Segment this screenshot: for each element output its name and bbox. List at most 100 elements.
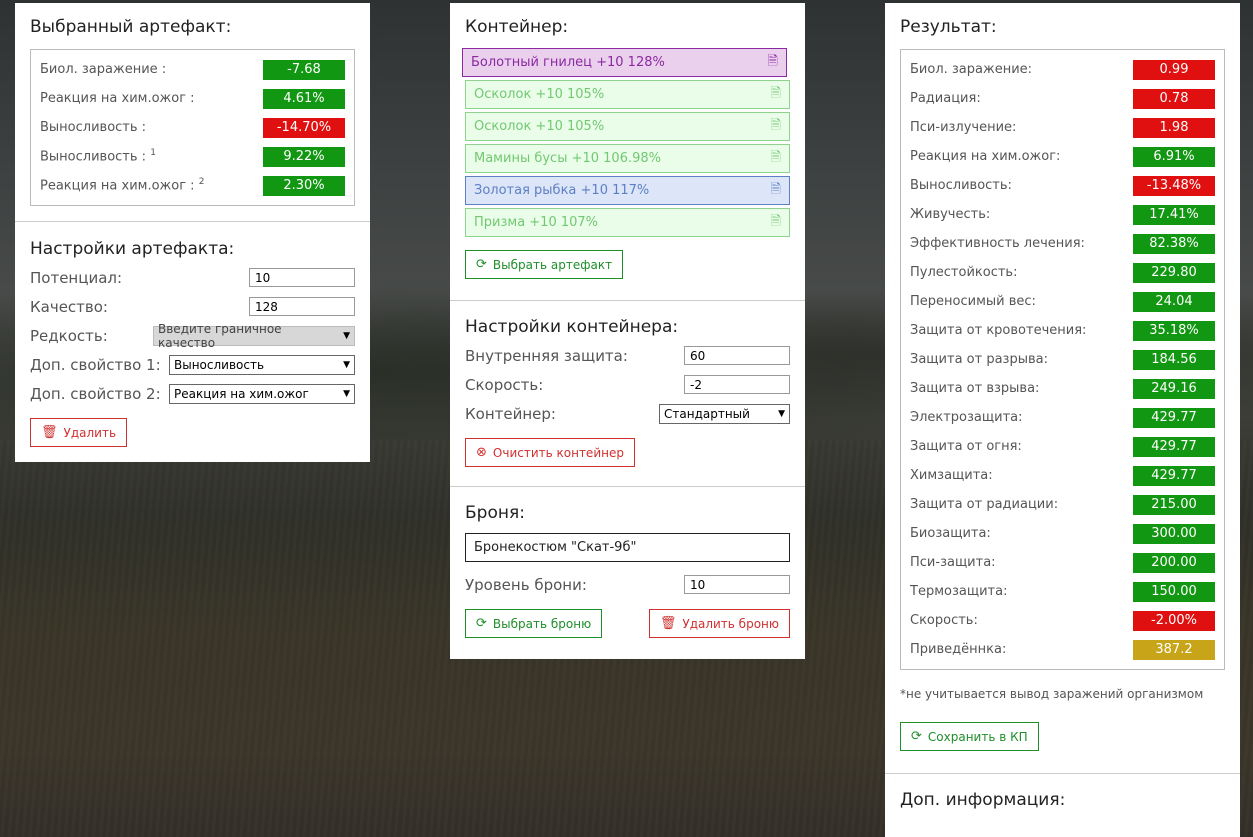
document-icon[interactable]: 🗎 [771, 116, 781, 138]
chevron-down-icon: ▼ [343, 388, 350, 399]
result-stat-row: Защита от радиации: 215.00 [910, 490, 1215, 519]
footnote-marker: 1 [150, 148, 156, 159]
result-stat-row: Защита от кровотечения: 35.18% [910, 316, 1215, 345]
extra-info-section: Доп. информация: [885, 774, 1240, 810]
result-stat-label: Переносимый вес: [910, 294, 1036, 309]
result-stat-label: Химзащита: [910, 468, 993, 483]
result-stat-row: Защита от взрыва: 249.16 [910, 374, 1215, 403]
container-type-label: Контейнер: [465, 404, 556, 423]
quality-input[interactable] [249, 297, 355, 316]
stat-label: Реакция на хим.ожог : [40, 91, 195, 106]
rarity-select-value: Введите граничное качество [158, 321, 282, 350]
result-panel: Результат: Биол. заражение: 0.99 Радиация:… [885, 3, 1240, 837]
result-stat-row: Выносливость: -13.48% [910, 171, 1215, 200]
result-title: Результат: [900, 17, 997, 37]
extra2-row: Доп. свойство 2: Реакция на хим.ожог ▼ [30, 379, 355, 408]
artifact-settings-title: Настройки артефакта: [30, 239, 235, 259]
result-stat-label: Эффективность лечения: [910, 236, 1085, 251]
armor-name-box[interactable]: Бронекостюм "Скат-9б" [465, 533, 790, 562]
delete-artifact-button[interactable]: 🗑 Удалить [30, 418, 128, 447]
select-armor-button[interactable]: ⟳ Выбрать броню [465, 609, 603, 638]
stat-value: 9.22% [263, 146, 345, 167]
result-stat-label: Защита от взрыва: [910, 381, 1040, 396]
container-artifact-item[interactable]: Болотный гнилец +10 128% 🗎 [462, 48, 787, 77]
result-stat-row: Эффективность лечения: 82.38% [910, 229, 1215, 258]
result-stat-value: 17.41% [1133, 204, 1215, 225]
stat-label: Выносливость : [40, 120, 147, 135]
result-stat-label: Защита от разрыва: [910, 352, 1048, 367]
save-to-kp-label: Сохранить в КП [927, 729, 1028, 744]
result-stat-value: 429.77 [1133, 436, 1215, 457]
stat-row: Выносливость : 1 9.22% [40, 142, 345, 171]
selected-artifact-stats: Биол. заражение : -7.68 Реакция на хим.о… [30, 49, 355, 206]
container-type-row: Контейнер: Стандартный ▼ [465, 399, 790, 428]
result-stat-row: Живучесть: 17.41% [910, 200, 1215, 229]
stat-value: -14.70% [263, 117, 345, 138]
container-settings-section: Настройки контейнера: Внутренняя защита:… [450, 301, 805, 487]
document-icon[interactable]: 🗎 [771, 148, 781, 170]
select-artifact-button[interactable]: ⟳ Выбрать артефакт [465, 250, 624, 279]
inner-protection-input[interactable] [684, 346, 790, 365]
result-stat-label: Защита от радиации: [910, 497, 1059, 512]
container-artifact-item[interactable]: Золотая рыбка +10 117% 🗎 [465, 176, 790, 205]
rarity-select[interactable]: Введите граничное качество ▼ [153, 322, 355, 350]
container-artifact-item[interactable]: Призма +10 107% 🗎 [465, 208, 790, 237]
container-panel: Контейнер: Болотный гнилец +10 128% 🗎 Ос… [450, 3, 805, 659]
result-stat-value: 429.77 [1133, 407, 1215, 428]
extra1-row: Доп. свойство 1: Выносливость ▼ [30, 350, 355, 379]
speed-input[interactable] [684, 375, 790, 394]
inner-protection-row: Внутренняя защита: [465, 341, 790, 370]
container-artifact-item[interactable]: Осколок +10 105% 🗎 [465, 80, 790, 109]
speed-row: Скорость: [465, 370, 790, 399]
result-stat-row: Защита от разрыва: 184.56 [910, 345, 1215, 374]
result-stat-label: Защита от кровотечения: [910, 323, 1087, 338]
chevron-down-icon: ▼ [778, 408, 785, 419]
extra2-select[interactable]: Реакция на хим.ожог ▼ [169, 383, 355, 404]
save-to-kp-button[interactable]: ⟳ Сохранить в КП [900, 722, 1039, 751]
stat-value: -7.68 [263, 59, 345, 80]
document-icon[interactable]: 🗎 [771, 180, 781, 202]
result-stat-label: Выносливость: [910, 178, 1012, 193]
result-stat-row: Пси-излучение: 1.98 [910, 113, 1215, 142]
document-icon[interactable]: 🗎 [771, 212, 781, 234]
stat-value: 2.30% [263, 175, 345, 196]
result-stat-value: 0.99 [1133, 59, 1215, 80]
clear-container-label: Очистить контейнер [492, 445, 624, 460]
container-artifact-item[interactable]: Мамины бусы +10 106.98% 🗎 [465, 144, 790, 173]
result-stats: Биол. заражение: 0.99 Радиация: 0.78 Пси-изл… [900, 49, 1225, 670]
potential-input[interactable] [249, 268, 355, 287]
artifact-settings-section: Настройки артефакта: Потенциал: Качество… [15, 222, 370, 447]
selected-artifact-section: Выбранный артефакт: Биол. заражение : -7… [15, 3, 370, 222]
document-icon[interactable]: 🗎 [768, 52, 778, 74]
stat-row: Реакция на хим.ожог : 4.61% [40, 84, 345, 113]
close-circle-icon: ⊗ [476, 445, 487, 460]
result-stat-row: Химзащита: 429.77 [910, 461, 1215, 490]
clear-container-button[interactable]: ⊗ Очистить контейнер [465, 438, 635, 467]
armor-section: Броня: Бронекостюм "Скат-9б" Уровень бро… [450, 487, 805, 638]
result-stat-value: 229.80 [1133, 262, 1215, 283]
result-stat-label: Пулестойкость: [910, 265, 1018, 280]
container-type-select[interactable]: Стандартный ▼ [659, 403, 790, 424]
stat-row: Реакция на хим.ожог : 2 2.30% [40, 171, 345, 200]
result-stat-value: 35.18% [1133, 320, 1215, 341]
result-stat-label: Скорость: [910, 613, 978, 628]
extra1-label: Доп. свойство 1: [30, 355, 161, 374]
refresh-icon: ⟳ [911, 729, 922, 744]
document-icon[interactable]: 🗎 [771, 84, 781, 106]
result-stat-row: Пси-защита: 200.00 [910, 548, 1215, 577]
stat-row: Выносливость : -14.70% [40, 113, 345, 142]
container-type-value: Стандартный [664, 406, 750, 421]
result-stat-label: Электрозащита: [910, 410, 1023, 425]
result-stat-value: -13.48% [1133, 175, 1215, 196]
result-stat-row: Защита от огня: 429.77 [910, 432, 1215, 461]
trash-icon: 🗑 [41, 425, 58, 440]
container-artifact-item[interactable]: Осколок +10 105% 🗎 [465, 112, 790, 141]
artifact-name: Призма +10 107% [474, 215, 599, 230]
stat-label: Биол. заражение : [40, 62, 167, 77]
extra1-select[interactable]: Выносливость ▼ [169, 354, 355, 375]
extra-info-title: Доп. информация: [900, 790, 1066, 810]
armor-level-input[interactable] [684, 575, 790, 594]
stat-label: Выносливость : 1 [40, 148, 156, 165]
delete-armor-button[interactable]: 🗑 Удалить броню [648, 609, 790, 638]
footnote-marker: 2 [198, 177, 205, 188]
